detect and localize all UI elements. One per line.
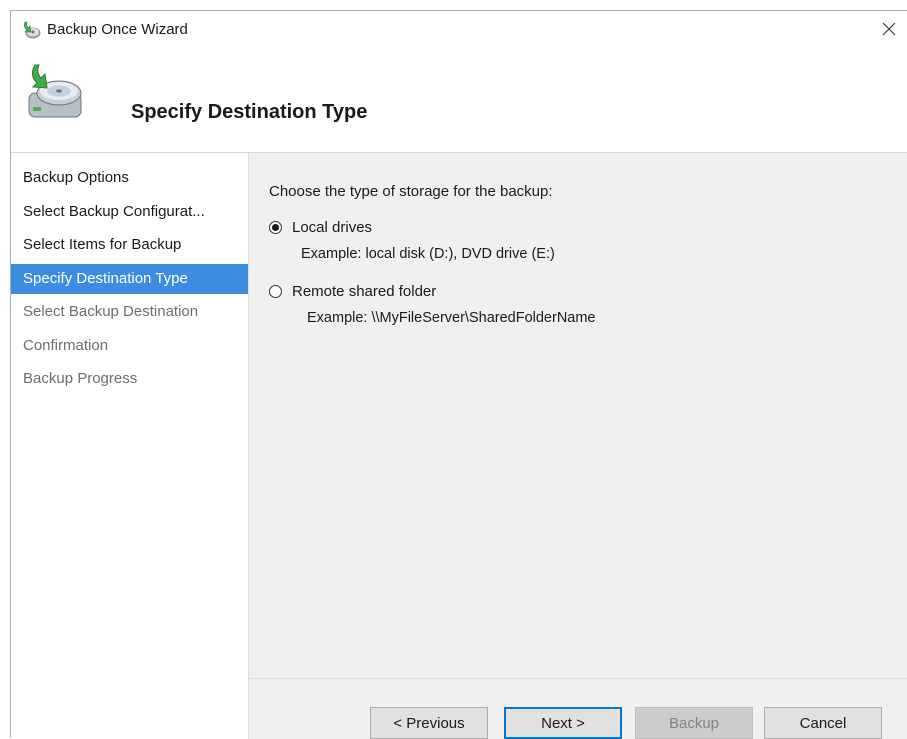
storage-type-prompt: Choose the type of storage for the backu… [269,183,553,200]
step-select-backup-configuration[interactable]: Select Backup Configurat... [11,197,248,227]
radio-selected-dot [272,224,279,231]
wizard-content: Choose the type of storage for the backu… [249,153,907,678]
remote-shared-folder-label: Remote shared folder [292,283,437,300]
local-drives-label: Local drives [292,219,373,236]
wizard-footer: < Previous Next > Backup Cancel [249,678,907,739]
step-select-backup-destination: Select Backup Destination [23,303,199,320]
close-icon [882,22,896,36]
local-drives-example: Example: local disk (D:), DVD drive (E:) [301,246,555,262]
remote-shared-folder-radio[interactable] [269,285,282,298]
window-title: Backup Once Wizard [47,21,188,38]
close-button[interactable] [877,17,901,41]
title-bar: Backup Once Wizard [11,11,907,49]
page-heading: Specify Destination Type [131,101,368,123]
wizard-header: Specify Destination Type [11,49,907,153]
step-backup-progress: Backup Progress [23,370,138,387]
step-backup-options[interactable]: Backup Options [11,163,248,193]
wizard-window: Backup Once Wizard Specify Destination T… [10,10,907,739]
backup-button: Backup [635,707,753,739]
remote-shared-folder-example: Example: \\MyFileServer\SharedFolderName [307,310,596,326]
local-drives-radio[interactable] [269,221,282,234]
backup-app-icon [21,20,41,40]
next-button[interactable]: Next > [504,707,622,739]
local-drives-option[interactable]: Local drives [269,219,372,236]
previous-button[interactable]: < Previous [370,707,488,739]
remote-shared-folder-option[interactable]: Remote shared folder [269,283,436,300]
step-select-items-for-backup[interactable]: Select Items for Backup [11,230,248,260]
backup-disk-icon [21,63,85,123]
cancel-button[interactable]: Cancel [764,707,882,739]
step-specify-destination-type[interactable]: Specify Destination Type [11,263,248,294]
wizard-steps-sidebar: Backup Options Select Backup Configurat.… [11,153,249,739]
step-confirmation: Confirmation [23,336,109,354]
